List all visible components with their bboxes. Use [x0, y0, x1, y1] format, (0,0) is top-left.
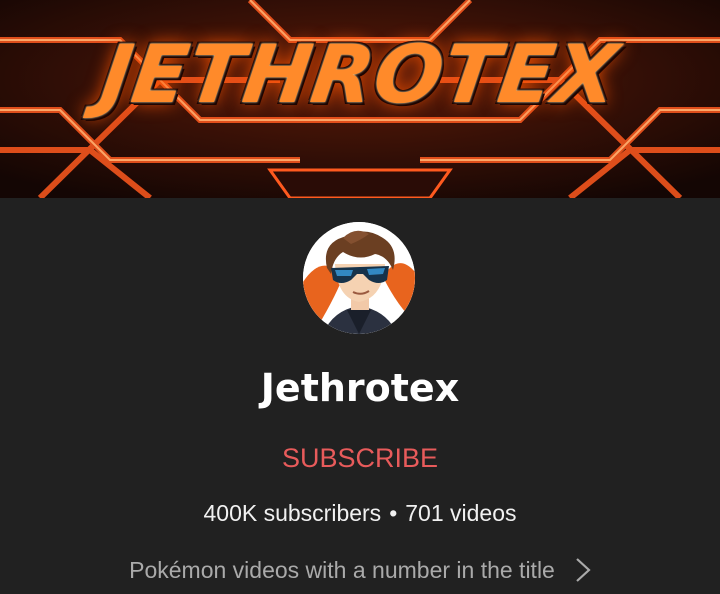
- channel-description: Pokémon videos with a number in the titl…: [129, 556, 555, 583]
- channel-avatar[interactable]: [303, 222, 415, 334]
- channel-stats: 400K subscribers • 701 videos: [0, 500, 720, 527]
- channel-description-link[interactable]: Pokémon videos with a number in the titl…: [0, 552, 720, 588]
- channel-name: Jethrotex: [260, 366, 460, 410]
- subscriber-count: 400K subscribers: [203, 500, 382, 526]
- avatar-sunglasses-character-icon: [303, 222, 415, 334]
- video-count: 701 videos: [405, 500, 517, 526]
- channel-banner: JETHROTEX: [0, 0, 720, 198]
- stats-separator: •: [389, 500, 398, 526]
- subscribe-button[interactable]: SUBSCRIBE: [270, 438, 450, 478]
- banner-logo-text: JETHROTEX: [95, 28, 625, 121]
- chevron-right-icon: [576, 558, 591, 582]
